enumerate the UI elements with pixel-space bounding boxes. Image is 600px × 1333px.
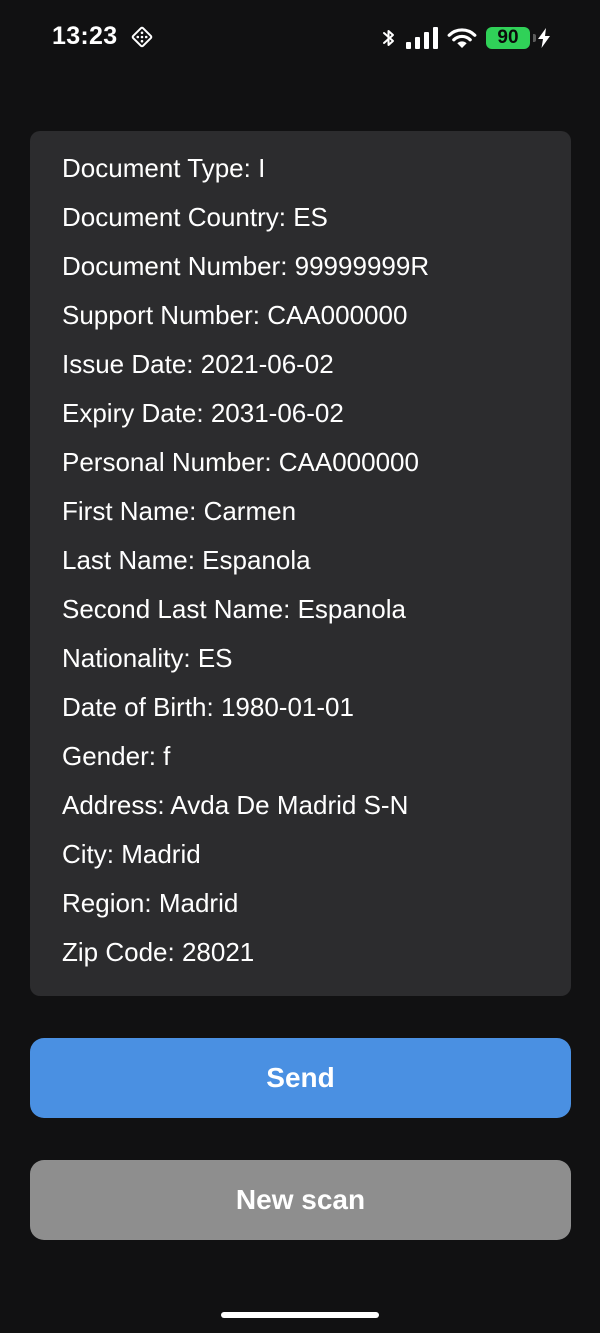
- info-row-region: Region: Madrid: [62, 888, 239, 918]
- info-row-document-type: Document Type: I: [62, 153, 266, 183]
- battery-level: 90: [486, 27, 530, 49]
- document-info-card: Document Type: I Document Country: ES Do…: [30, 131, 571, 996]
- info-row-document-number: Document Number: 99999999R: [62, 251, 430, 281]
- info-row-city: City: Madrid: [62, 839, 201, 869]
- status-time: 13:23: [52, 22, 118, 50]
- info-row-last-name: Last Name: Espanola: [62, 545, 311, 575]
- send-button[interactable]: Send: [30, 1038, 571, 1118]
- bluetooth-icon: [383, 30, 394, 46]
- info-row-gender: Gender: f: [62, 741, 171, 771]
- new-scan-button[interactable]: New scan: [30, 1160, 571, 1240]
- info-row-nationality: Nationality: ES: [62, 643, 233, 673]
- info-row-expiry-date: Expiry Date: 2031-06-02: [62, 398, 344, 428]
- battery-cap: [533, 34, 536, 42]
- info-row-first-name: First Name: Carmen: [62, 496, 297, 526]
- info-row-second-last-name: Second Last Name: Espanola: [62, 594, 406, 624]
- battery-indicator: 90: [486, 27, 550, 49]
- document-info-list: Document Type: I Document Country: ES Do…: [62, 150, 429, 983]
- info-row-address: Address: Avda De Madrid S-N: [62, 790, 409, 820]
- status-bar: 13:23 90: [0, 0, 600, 76]
- info-row-support-number: Support Number: CAA000000: [62, 300, 408, 330]
- info-row-document-country: Document Country: ES: [62, 202, 328, 232]
- wifi-icon: [447, 28, 477, 48]
- location-diamond-icon: [131, 26, 153, 48]
- charging-bolt-icon: [538, 28, 550, 48]
- info-row-personal-number: Personal Number: CAA000000: [62, 447, 419, 477]
- info-row-zip-code: Zip Code: 28021: [62, 937, 255, 967]
- info-row-date-of-birth: Date of Birth: 1980-01-01: [62, 692, 354, 722]
- home-indicator[interactable]: [221, 1312, 379, 1318]
- info-row-issue-date: Issue Date: 2021-06-02: [62, 349, 334, 379]
- cellular-signal-icon: [406, 27, 438, 49]
- status-icons: 90: [381, 24, 550, 52]
